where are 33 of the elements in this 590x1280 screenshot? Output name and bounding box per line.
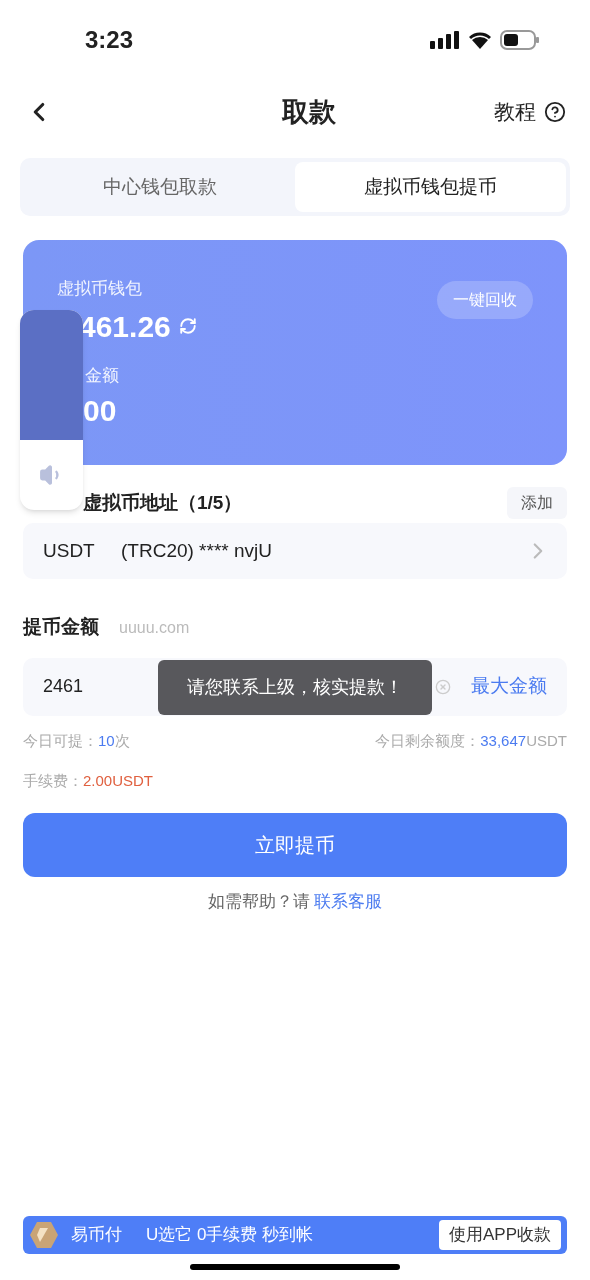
fee-text: 手续费：2.00USDT (23, 772, 154, 789)
tab[interactable]: 虚拟币钱包提币 (295, 162, 566, 212)
daily-count-text: 今日可提：10次 (23, 730, 130, 751)
brand-name: 易币付 (71, 1224, 122, 1247)
tab[interactable]: 中心钱包取款 (24, 162, 295, 212)
amount-label: 提币金额 (23, 615, 99, 639)
wallet-balance: 461.26 (79, 308, 171, 345)
contact-support-link[interactable]: 联系客服 (314, 891, 383, 911)
locked-amount: 00 (82, 393, 118, 429)
max-amount-button[interactable]: 最大金额 (471, 672, 547, 701)
address-row[interactable]: USDT (TRC20) **** nvjU (23, 523, 567, 579)
refresh-icon[interactable] (178, 317, 197, 335)
address-title: 虚拟币地址（1/5） (83, 490, 243, 515)
use-app-button[interactable]: 使用APP收款 (438, 1220, 561, 1250)
withdraw-button[interactable]: 立即提币 (23, 812, 567, 877)
wifi-icon (468, 31, 492, 49)
battery-icon (500, 30, 540, 50)
daily-remaining-text: 今日剩余额度：33,647USDT (375, 730, 567, 751)
add-button[interactable]: 添加 (507, 487, 567, 519)
page-title: 取款 (282, 95, 336, 129)
hexagon-logo-icon (29, 1220, 59, 1250)
clear-icon[interactable] (435, 678, 451, 695)
promo-banner[interactable]: 易币付 U选它 0手续费 秒到帐 使用APP收款 (23, 1216, 567, 1254)
hint-text: uuuu.com (119, 618, 190, 638)
banner-slogan: U选它 0手续费 秒到帐 (146, 1224, 315, 1247)
wallet-label: 虚拟币钱包 (57, 278, 143, 300)
help-text: 如需帮助？请 联系客服 (207, 890, 383, 913)
toast-message: 请您联系上级，核实提款！ (158, 660, 432, 715)
help-icon (544, 101, 566, 123)
tutorial-button[interactable]: 教程 (494, 96, 566, 128)
signal-icon (430, 31, 460, 49)
locked-label: 金额 (84, 364, 120, 387)
status-time: 3:23 (85, 25, 134, 55)
